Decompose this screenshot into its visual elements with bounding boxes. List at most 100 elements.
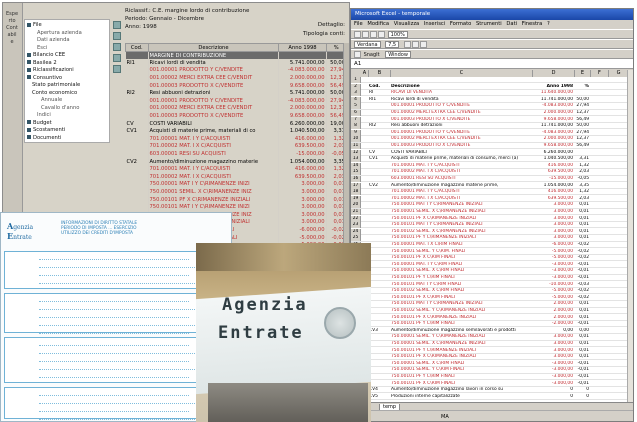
tree-item[interactable]: Conto economico — [27, 90, 107, 98]
tree-item[interactable]: Budget — [27, 120, 107, 128]
tree-item[interactable]: Apertura azienda — [27, 30, 107, 38]
sheet-row[interactable]: 2 Cod. Descrizione Anno 1998% — [351, 83, 629, 90]
spreadsheet-grid[interactable]: 1 2 Cod. Descrizione Anno 1998% 3 RI RICAVI DI … — [351, 77, 629, 402]
column-header[interactable]: D — [533, 70, 575, 77]
table-row[interactable]: MARGINE DI CONTRIBUZIONE — [125, 51, 348, 60]
sheet-row[interactable]: 26750.00001 MAT. I X C\RIM FINALI-6.000,… — [351, 242, 629, 249]
column-header[interactable]: B — [369, 70, 391, 77]
sheet-row[interactable]: 33750.00102 SEMIL. X C\RIM FINALI-5.000,… — [351, 288, 629, 295]
window-select[interactable]: Window — [385, 51, 411, 58]
table-row[interactable]: RI1 Ricavi lordi di vendita 5.741.000,00 50… — [125, 59, 348, 67]
column-header[interactable]: E — [575, 70, 591, 77]
column-header[interactable]: G — [609, 70, 629, 77]
table-row[interactable]: 701.00002 MAT. I X C/ACQUISTI 639.500,00 2… — [125, 142, 348, 151]
sheet-row[interactable]: 8 RI2 Resi abbuoni detrazioni 11.741.000,00… — [351, 123, 629, 130]
print-icon[interactable] — [378, 31, 385, 38]
sheet-row[interactable]: 36750.00102 SEMIL. Y C\RIMANENZE INIZIAL… — [351, 308, 629, 315]
formula-bar[interactable]: A1 — [351, 59, 633, 69]
sheet-row[interactable]: 49CV5Produzioni interne capitalizzate00 — [351, 393, 629, 401]
sheet-row[interactable]: 11 001.00003 PRODOTTO X C/VENDITE 9.658.00… — [351, 143, 629, 150]
table-row[interactable]: CV1 Acquisti di materie prime, materiali … — [125, 127, 348, 136]
menu-item[interactable]: Dati — [506, 21, 517, 27]
sheet-row[interactable]: 1 — [351, 77, 629, 84]
font-size-select[interactable]: 7,5 — [385, 41, 400, 48]
tipologia-label[interactable]: Tipologia conti: — [303, 30, 345, 39]
menu-item[interactable]: File — [354, 21, 363, 27]
sheet-row[interactable]: 45750.00001 SEMIL. Y C\RIM FINALI-3.000,… — [351, 367, 629, 374]
excel-scrollbar[interactable] — [627, 70, 633, 402]
refresh-icon[interactable] — [113, 43, 121, 51]
sheet-row[interactable]: 28750.00101 PF X C\RIM FINALI-5.000,00-0… — [351, 255, 629, 262]
italic-icon[interactable] — [411, 41, 419, 48]
sheet-row[interactable]: 18 701.00001 MAT. I Y C/ACQUISTI 416.000,0… — [351, 189, 629, 196]
sheet-row[interactable]: 20 750.00001 MAT I Y C\RIMANENZE INIZIALI… — [351, 202, 629, 209]
sheet-row[interactable]: 3 RI RICAVI DI VENDITA 11.640.000,00 — [351, 90, 629, 97]
sheet-row[interactable]: 22 750.00101 PF X C\RIMANENZE INIZIALI 3.0… — [351, 215, 629, 222]
col-code[interactable]: Cod. — [125, 43, 149, 52]
sheet-row[interactable]: 24 750.00102 SEMIL. X C\RIMANENZE INIZIAL… — [351, 228, 629, 236]
close-icon[interactable] — [113, 65, 121, 73]
menu-item[interactable]: Modifica — [367, 21, 389, 27]
sheet-row[interactable]: 7 001.00003 PRODOTTO X C/VENDITE 9.658.000… — [351, 116, 629, 123]
menu-item[interactable]: Formato — [450, 21, 471, 27]
sheet-row[interactable]: 9 001.00001 PRODOTTO Y C/VENDITE -4.083.00… — [351, 129, 629, 137]
table-row[interactable]: 001.00003 PRODOTTO X C/VENDITE 9.658.000,… — [125, 81, 348, 90]
detail-label[interactable]: Dettaglio: — [303, 21, 345, 30]
sheet-row[interactable]: 25 750.00101 PF Y C\RIMANENZE INIZIALI 3.0… — [351, 235, 629, 242]
menu-item[interactable]: Inserisci — [424, 21, 445, 27]
sheet-row[interactable]: 42750.00101 PF Y C\RIMANENZE INIZIALI3.0… — [351, 347, 629, 354]
tree-item[interactable]: Esci — [27, 45, 107, 53]
sheet-row[interactable]: 35750.00101 MAT I Y C\RIMANENZE INIZIALI… — [351, 301, 629, 308]
sheet-row[interactable]: 48CV4Aumento/diminuzione magazzino lavor… — [351, 387, 629, 394]
menu-item[interactable]: Visualizza — [394, 21, 420, 27]
tree-item[interactable]: Dati azienda — [27, 37, 107, 45]
sheet-row[interactable]: 15 701.00002 MAT. I X C/ACQUISTI 639.500,0… — [351, 169, 629, 176]
sheet-row[interactable]: 38750.00101 PF Y C\RIM FINALI-2.000,00-0… — [351, 321, 629, 328]
column-header[interactable]: A — [361, 70, 369, 77]
sheet-row[interactable]: 23 750.00101 MAT I Y C\RIMANENZE INIZIALI… — [351, 222, 629, 229]
tree-item[interactable]: Consuntivo — [27, 75, 107, 83]
table-row[interactable]: 001.00002 MERCI EXTRA CEE C/VENDIT 2.000.… — [125, 104, 348, 113]
sheet-row[interactable]: 41750.00001 SEMIL. X C\RIMANENZE INIZIAL… — [351, 341, 629, 348]
sheet-row[interactable]: 16 603.00001 RESI SU ACQUISTI -15.000,00 -0… — [351, 176, 629, 183]
sheet-row[interactable]: 13 CV1 Acquisti di materie prime, material… — [351, 156, 629, 163]
table-row[interactable]: RI2 Resi abbuoni detrazioni 5.741.000,00 50… — [125, 89, 348, 98]
tree-item[interactable]: Cavallo d'anno — [27, 105, 107, 113]
cell-reference[interactable]: A1 — [354, 61, 361, 67]
excel-icon[interactable] — [113, 32, 121, 40]
new-icon[interactable] — [354, 31, 361, 38]
sheet-row[interactable]: 46750.00101 PF Y C\RIM FINALI-3.000,00-0… — [351, 374, 629, 381]
tree-item[interactable]: File — [27, 22, 107, 30]
table-row[interactable]: CV2 Aumento/diminuzione magazzino materie… — [125, 157, 348, 166]
tree-item[interactable]: Riclassificazioni — [27, 67, 107, 75]
sheet-row[interactable]: 14 701.00001 MAT. I Y C/ACQUISTI 416.000,0… — [351, 162, 629, 170]
tree-item[interactable]: Documenti — [27, 135, 107, 143]
table-row[interactable]: 701.00001 MAT. I Y C/ACQUISTI 416.000,00 1… — [125, 135, 348, 143]
sheet-row[interactable]: 31750.00101 PF Y C\RIM FINALI-3.000,00-0… — [351, 275, 629, 282]
sheet-row[interactable]: 17 CV2 Aumento/diminuzione magazzino mater… — [351, 182, 629, 189]
table-row[interactable]: 001.00001 PRODOTTO Y C/VENDITE -4.083.000… — [125, 97, 348, 105]
sheet-row[interactable]: 10 001.00002 MERCI EXTRA CEE C/VENDITE 2.0… — [351, 136, 629, 143]
open-icon[interactable] — [362, 31, 369, 38]
sheet-row[interactable]: 37750.00101 PF X C\RIMANENZE INIZIALI2.0… — [351, 314, 629, 321]
sheet-row[interactable]: 40750.00001 SEMIL. Y C\RIMANENZE INIZIAL… — [351, 334, 629, 341]
tree-item[interactable]: Scostamenti — [27, 127, 107, 135]
table-row[interactable]: 750.00001 MAT I Y C\RIMANENZE INIZI 3.000… — [125, 180, 348, 189]
sheet-row[interactable]: 6 001.00002 MERCI EXTRA CEE C/VENDITE 2.00… — [351, 110, 629, 117]
sheet-row[interactable]: 30750.00001 SEMIL. X C\RIM FINALI-3.000,… — [351, 268, 629, 275]
sheet-row[interactable]: 39CV3Aumento/diminuzione magazzino semil… — [351, 327, 629, 335]
menu-item[interactable]: ? — [547, 21, 550, 27]
sheet-row[interactable]: 27750.00001 SEMIL. Y C\RIM. FINALI-5.000… — [351, 248, 629, 255]
print-icon[interactable] — [113, 21, 121, 29]
menu-item[interactable]: Strumenti — [476, 21, 502, 27]
sheet-row[interactable]: 21 750.00001 SEMIL. X C\RIMANENZE INIZIAL… — [351, 209, 629, 216]
tree-item[interactable]: Stato patrimoniale — [27, 82, 107, 90]
snagit-label[interactable]: SnagIt — [364, 52, 380, 58]
table-row[interactable]: 750.00101 MAT I Y C\RIMANENZE INIZI 3.000… — [125, 203, 348, 211]
table-row[interactable]: 001.00001 PRODOTTO Y C/VENDITE -4.083.000… — [125, 66, 348, 75]
sheet-row[interactable]: 32750.00101 MAT I Y C\RIM FINALI-10.000,… — [351, 281, 629, 288]
sheet-row[interactable]: 34750.00101 PF X C\RIM FINALI-5.000,00-0… — [351, 294, 629, 302]
tree-item[interactable]: Basilea 2 — [27, 60, 107, 68]
table-row[interactable]: 750.00101 PF X C\RIMANENZE INIZIALI 3.000… — [125, 195, 348, 204]
tree-item[interactable]: Indici — [27, 112, 107, 120]
